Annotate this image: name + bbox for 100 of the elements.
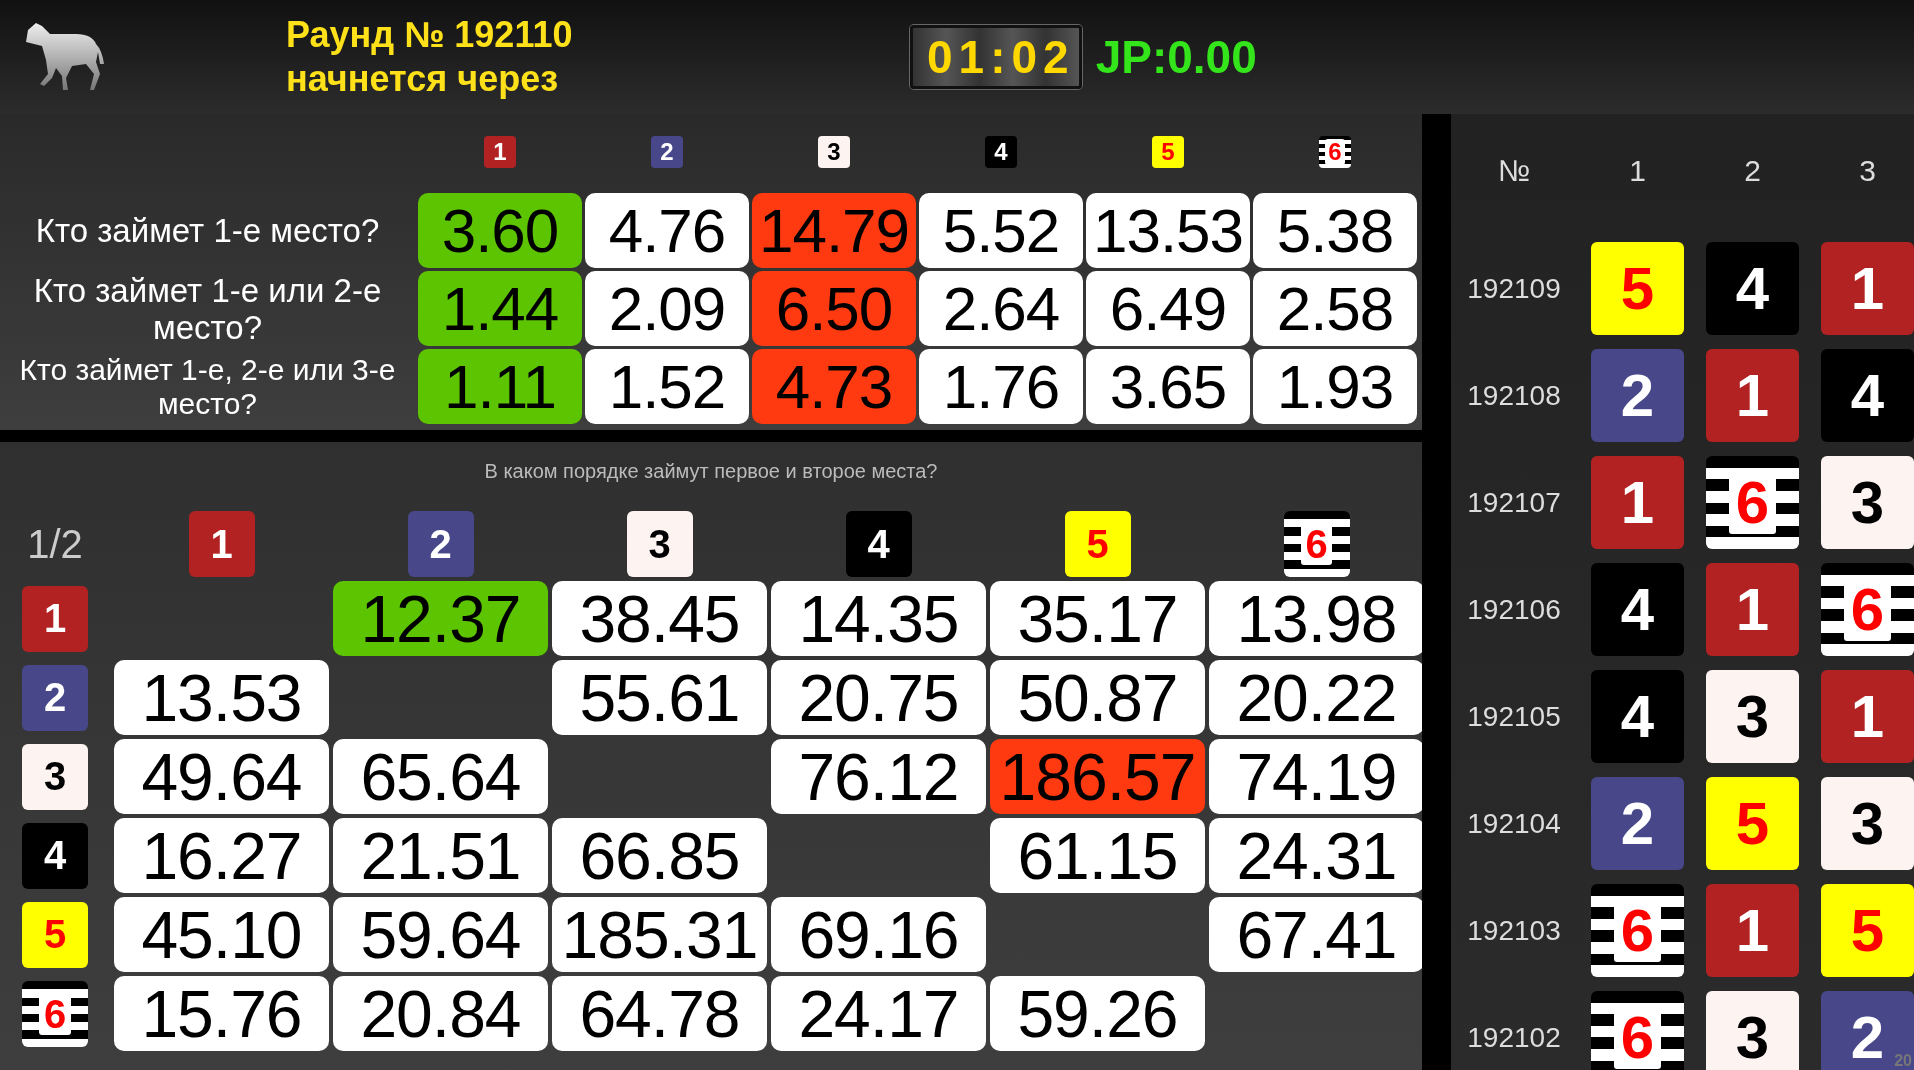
odds-cell[interactable]: 3.65: [1086, 349, 1250, 424]
odds-cell[interactable]: 4.73: [752, 349, 916, 424]
odds-cell[interactable]: 1.11: [418, 349, 582, 424]
odds-cell[interactable]: 3.60: [418, 193, 582, 268]
odds-cell[interactable]: 24.17: [771, 976, 986, 1051]
odds-cell[interactable]: 13.98: [1209, 581, 1422, 656]
odds-cell[interactable]: 5.38: [1253, 193, 1417, 268]
horse-number-badge: 3: [22, 743, 88, 810]
horse-number-badge: 4: [1706, 242, 1799, 335]
horse-number-badge: 6: [22, 980, 88, 1047]
odds-cell[interactable]: 14.79: [752, 193, 916, 268]
odds-cell[interactable]: 59.64: [333, 897, 548, 972]
odds-cell[interactable]: 16.27: [114, 818, 329, 893]
odds-cell[interactable]: 1.76: [919, 349, 1083, 424]
horse-number-badge: 6: [1591, 884, 1684, 977]
jackpot-value: JP:0.00: [1095, 30, 1257, 84]
horse-number-badge: 4: [985, 136, 1017, 168]
odds-cell[interactable]: 15.76: [114, 976, 329, 1051]
horse-number-badge: 5: [1706, 777, 1799, 870]
horse-number-badge: 4: [1591, 670, 1684, 763]
odds-cell[interactable]: 13.53: [1086, 193, 1250, 268]
odds-cell[interactable]: 20.22: [1209, 660, 1422, 735]
horse-number-badge: 2: [1591, 349, 1684, 442]
odds-cell[interactable]: 13.53: [114, 660, 329, 735]
bet-question: Кто займет 1-е, 2-е или 3-е место?: [18, 352, 397, 421]
odds-cell[interactable]: 59.26: [990, 976, 1205, 1051]
odds-cell[interactable]: 65.64: [333, 739, 548, 814]
horse-number-badge: 6: [1706, 456, 1799, 549]
horse-number-badge: 5: [1152, 136, 1184, 168]
odds-cell[interactable]: 38.45: [552, 581, 767, 656]
horse-number-badge: 5: [1591, 242, 1684, 335]
horse-number-badge: 1: [22, 585, 88, 652]
round-subtitle: начнется через: [286, 57, 560, 101]
odds-cell[interactable]: 61.15: [990, 818, 1205, 893]
horse-number-badge: 6: [1591, 991, 1684, 1070]
odds-cell[interactable]: 20.84: [333, 976, 548, 1051]
round-number: 192105: [1466, 700, 1562, 733]
odds-cell[interactable]: 64.78: [552, 976, 767, 1051]
odds-cell[interactable]: 21.51: [333, 818, 548, 893]
odds-cell[interactable]: 45.10: [114, 897, 329, 972]
horse-number-badge: 3: [1821, 456, 1914, 549]
round-number: 192109: [1466, 272, 1562, 305]
horse-number-badge: 4: [22, 822, 88, 889]
odds-cell[interactable]: 6.50: [752, 271, 916, 346]
odds-cell[interactable]: 2.64: [919, 271, 1083, 346]
odds-cell[interactable]: 24.31: [1209, 818, 1422, 893]
odds-cell[interactable]: 20.75: [771, 660, 986, 735]
horse-number-badge: 3: [818, 136, 850, 168]
horse-number-badge: 4: [845, 511, 912, 577]
odds-cell[interactable]: 1.93: [1253, 349, 1417, 424]
horse-number-badge: 1: [1821, 242, 1914, 335]
horse-number-badge: 6: [1821, 563, 1914, 656]
round-number: 192106: [1466, 593, 1562, 626]
odds-cell[interactable]: 69.16: [771, 897, 986, 972]
odds-cell[interactable]: 50.87: [990, 660, 1205, 735]
horse-number-badge: 1: [1591, 456, 1684, 549]
odds-cell[interactable]: 66.85: [552, 818, 767, 893]
odds-cell[interactable]: 2.09: [585, 271, 749, 346]
column-header: 2: [1743, 154, 1762, 188]
odds-cell[interactable]: 6.49: [1086, 271, 1250, 346]
round-number: 192107: [1466, 486, 1562, 519]
forecast-caption: В каком порядке займут первое и второе места?: [484, 460, 938, 483]
odds-cell[interactable]: 1.52: [585, 349, 749, 424]
odds-cell[interactable]: 5.52: [919, 193, 1083, 268]
odds-cell[interactable]: 14.35: [771, 581, 986, 656]
horse-number-badge: 6: [1283, 511, 1350, 577]
odds-cell[interactable]: 35.17: [990, 581, 1205, 656]
round-title: Раунд № 192110: [286, 13, 574, 57]
odds-cell[interactable]: 74.19: [1209, 739, 1422, 814]
column-header: №: [1496, 154, 1532, 188]
odds-cell[interactable]: 55.61: [552, 660, 767, 735]
horse-number-badge: 1: [1706, 884, 1799, 977]
corner-label: 1/2: [27, 521, 83, 567]
horse-number-badge: 2: [22, 664, 88, 731]
odds-cell[interactable]: 2.58: [1253, 271, 1417, 346]
round-number: 192103: [1466, 914, 1562, 947]
round-number: 192104: [1466, 807, 1562, 840]
horse-number-badge: 3: [1706, 991, 1799, 1070]
odds-cell[interactable]: 67.41: [1209, 897, 1422, 972]
horse-number-badge: 4: [1821, 349, 1914, 442]
odds-cell[interactable]: 186.57: [990, 739, 1205, 814]
horse-number-badge: 3: [1706, 670, 1799, 763]
round-number: 192108: [1466, 379, 1562, 412]
horse-number-badge: 1: [1821, 670, 1914, 763]
horse-number-badge: 1: [484, 136, 516, 168]
round-number: 192102: [1466, 1021, 1562, 1054]
horse-number-badge: 3: [1821, 777, 1914, 870]
column-header: 3: [1858, 154, 1877, 188]
odds-cell[interactable]: 76.12: [771, 739, 986, 814]
odds-cell[interactable]: 1.44: [418, 271, 582, 346]
odds-cell[interactable]: 185.31: [552, 897, 767, 972]
horse-number-badge: 5: [1064, 511, 1131, 577]
odds-cell[interactable]: 49.64: [114, 739, 329, 814]
horse-number-badge: 2: [407, 511, 474, 577]
odds-cell[interactable]: 12.37: [333, 581, 548, 656]
odds-cell[interactable]: 4.76: [585, 193, 749, 268]
horse-number-badge: 2: [1591, 777, 1684, 870]
horse-number-badge: 5: [1821, 884, 1914, 977]
horse-number-badge: 6: [1319, 136, 1351, 168]
bet-question: Кто займет 1-е или 2-е место?: [32, 271, 383, 346]
